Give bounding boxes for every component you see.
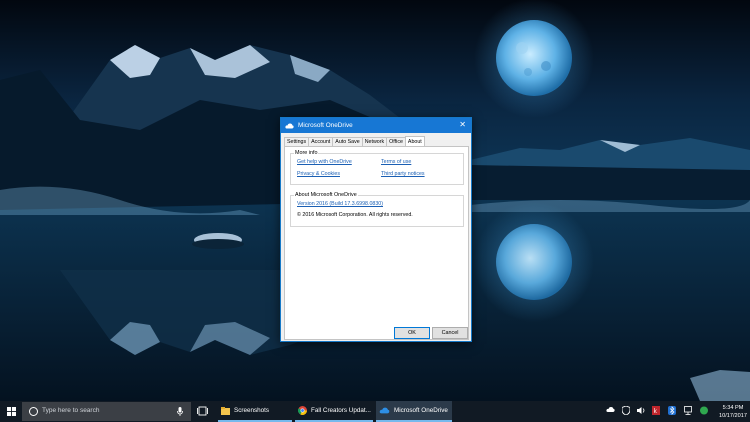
copyright-text: © 2016 Microsoft Corporation. All rights… — [297, 212, 413, 218]
cortana-icon — [29, 407, 38, 416]
folder-icon — [221, 406, 230, 415]
cancel-button[interactable]: Cancel — [432, 327, 468, 339]
windows-logo-icon — [6, 407, 16, 416]
tab-about[interactable]: About — [404, 136, 425, 146]
bluetooth-icon[interactable] — [668, 406, 676, 415]
taskbar: Type here to search Screenshots Fall Cre… — [0, 401, 750, 422]
red-app-icon[interactable]: k — [652, 406, 660, 415]
defender-shield-icon[interactable] — [622, 406, 630, 415]
terms-of-use-link[interactable]: Terms of use — [381, 159, 411, 166]
close-icon[interactable]: ✕ — [459, 120, 466, 130]
chrome-icon — [298, 406, 307, 415]
taskbar-app-onedrive[interactable]: Microsoft OneDrive — [376, 401, 452, 422]
taskbar-clock[interactable]: 5:34 PM 10/17/2017 — [719, 404, 747, 420]
get-help-link[interactable]: Get help with OneDrive — [297, 159, 352, 166]
taskbar-app-label: Microsoft OneDrive — [394, 407, 448, 414]
tab-strip: Settings Account Auto Save Network Offic… — [284, 136, 425, 146]
dialog-title-bar[interactable]: Microsoft OneDrive ✕ — [281, 118, 471, 133]
onedrive-cloud-icon — [285, 123, 294, 128]
tab-account[interactable]: Account — [308, 137, 334, 146]
svg-text:k: k — [654, 408, 658, 415]
third-party-notices-link[interactable]: Third party notices — [381, 171, 425, 178]
search-placeholder: Type here to search — [42, 407, 100, 414]
taskbar-app-screenshots[interactable]: Screenshots — [218, 401, 292, 422]
tab-network[interactable]: Network — [361, 137, 388, 146]
onedrive-tray-icon[interactable] — [606, 406, 615, 413]
task-view-icon[interactable] — [197, 406, 208, 416]
about-onedrive-heading: About Microsoft OneDrive — [294, 192, 358, 199]
microphone-icon[interactable] — [177, 407, 183, 416]
version-link[interactable]: Version 2016 (Build 17.3.6998.0830) — [297, 201, 383, 208]
clock-date: 10/17/2017 — [719, 413, 747, 419]
onedrive-settings-dialog: Microsoft OneDrive ✕ Settings Account Au… — [280, 117, 472, 342]
about-onedrive-group: About Microsoft OneDrive Version 2016 (B… — [290, 192, 464, 227]
tab-auto-save[interactable]: Auto Save — [332, 137, 363, 146]
start-button[interactable] — [0, 401, 22, 422]
privacy-cookies-link[interactable]: Privacy & Cookies — [297, 171, 340, 178]
taskbar-app-chrome[interactable]: Fall Creators Updat... — [295, 401, 373, 422]
dialog-title: Microsoft OneDrive — [298, 122, 353, 129]
ok-button[interactable]: OK — [394, 327, 430, 339]
about-panel: More info Get help with OneDrive Terms o… — [284, 146, 469, 340]
tab-office[interactable]: Office — [386, 137, 406, 146]
volume-icon[interactable] — [637, 406, 646, 415]
tab-settings[interactable]: Settings — [284, 137, 310, 146]
taskbar-search-box[interactable]: Type here to search — [22, 402, 191, 421]
onedrive-cloud-icon — [379, 407, 390, 414]
more-info-heading: More info — [294, 150, 319, 157]
clock-time: 5:34 PM — [722, 405, 744, 411]
taskbar-app-label: Fall Creators Updat... — [311, 407, 371, 414]
green-app-icon[interactable] — [700, 406, 708, 415]
network-icon[interactable] — [684, 406, 692, 415]
more-info-group: More info Get help with OneDrive Terms o… — [290, 150, 464, 185]
taskbar-app-label: Screenshots — [234, 407, 270, 414]
